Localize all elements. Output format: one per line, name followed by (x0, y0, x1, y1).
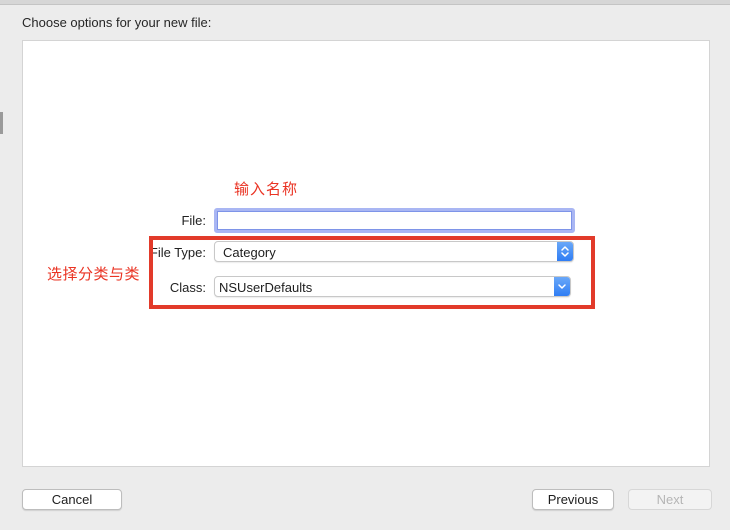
cancel-button[interactable]: Cancel (22, 489, 122, 510)
file-name-input[interactable] (214, 208, 575, 233)
annotation-choose-hint: 选择分类与类 (47, 265, 141, 283)
window-left-edge (0, 112, 3, 134)
file-label: File: (181, 213, 206, 228)
next-button[interactable]: Next (628, 489, 712, 510)
annotation-name-hint: 输入名称 (234, 180, 299, 198)
dialog-title: Choose options for your new file: (22, 15, 212, 30)
window-top-edge (0, 0, 730, 5)
highlight-box (149, 236, 595, 309)
previous-button[interactable]: Previous (532, 489, 614, 510)
